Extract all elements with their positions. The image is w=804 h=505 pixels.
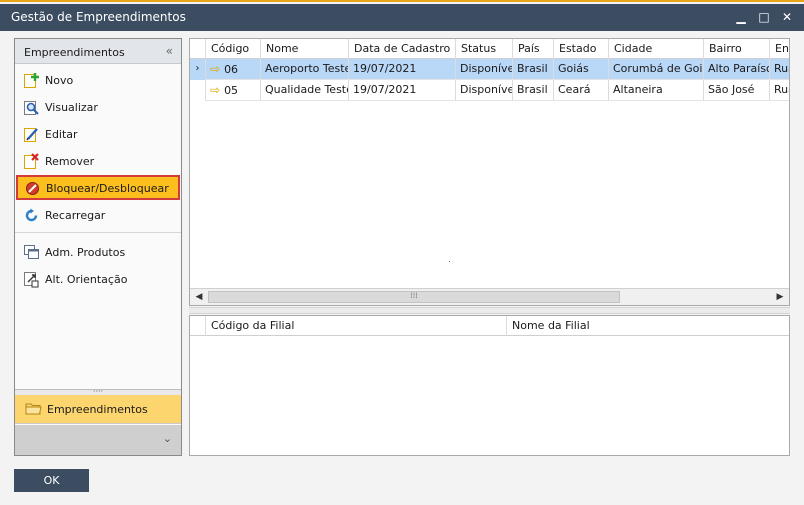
collapse-sidebar-icon[interactable]: «: [166, 44, 173, 58]
sidebar-divider: [15, 232, 181, 233]
column-header[interactable]: Código: [206, 39, 261, 59]
column-header[interactable]: Nome: [261, 39, 349, 59]
column-header[interactable]: Código da Filial: [206, 316, 507, 336]
sidebar-footer: ⌄: [15, 425, 181, 455]
sidebar-item-editar[interactable]: Editar: [15, 122, 181, 147]
ok-button[interactable]: OK: [14, 469, 89, 492]
table-row[interactable]: ⇨ 05 Qualidade Teste 19/07/2021 Disponíve…: [190, 80, 789, 101]
data-cell: 19/07/2021: [349, 80, 456, 101]
title-bar: Gestão de Empreendimentos ▁ □ ✕: [0, 4, 804, 31]
sidebar-item-label: Novo: [45, 74, 74, 87]
sidebar-item-visualizar[interactable]: Visualizar: [15, 95, 181, 120]
main-window: Gestão de Empreendimentos ▁ □ ✕ Empreend…: [0, 0, 804, 505]
sidebar-item-label: Recarregar: [45, 209, 106, 222]
column-header[interactable]: País: [513, 39, 554, 59]
scroll-right-icon[interactable]: ▶: [772, 290, 788, 304]
edit-pencil-icon: [23, 126, 40, 143]
sidebar-title: Empreendimentos: [24, 46, 125, 59]
row-indicator: [190, 80, 206, 101]
sidebar: Empreendimentos « Novo Visualizar Editar…: [14, 38, 182, 456]
sidebar-item-label: Bloquear/Desbloquear: [46, 182, 169, 195]
estado-cell: Goiás: [554, 59, 609, 80]
row-indicator-header: [190, 316, 206, 336]
table-header: Código da Filial Nome da Filial: [190, 316, 789, 336]
sidebar-item-label: Alt. Orientação: [45, 273, 128, 286]
current-row-indicator: ›: [190, 59, 206, 80]
column-header[interactable]: Nome da Filial: [507, 316, 789, 336]
link-arrow-icon[interactable]: ⇨: [210, 80, 220, 100]
panel-splitter[interactable]: [189, 307, 790, 314]
sidebar-item-label: Remover: [45, 155, 95, 168]
bairro-cell: São José: [704, 80, 770, 101]
pais-cell: Brasil: [513, 80, 554, 101]
windows-icon: [23, 244, 40, 261]
module-label: Empreendimentos: [47, 403, 148, 416]
sidebar-item-recarregar[interactable]: Recarregar: [15, 203, 181, 228]
orientation-icon: [23, 271, 40, 288]
cidade-cell: Altaneira: [609, 80, 704, 101]
sidebar-item-adm-produtos[interactable]: Adm. Produtos: [15, 240, 181, 265]
column-header[interactable]: Data de Cadastro: [349, 39, 456, 59]
module-button-empreendimentos[interactable]: Empreendimentos: [15, 395, 181, 424]
sidebar-item-bloquear[interactable]: Bloquear/Desbloquear: [16, 175, 180, 200]
column-header[interactable]: Estado: [554, 39, 609, 59]
data-cell: 19/07/2021: [349, 59, 456, 80]
nome-cell: Aeroporto Teste: [261, 59, 349, 80]
cidade-cell: Corumbá de Goiás: [609, 59, 704, 80]
close-button[interactable]: ✕: [779, 9, 795, 25]
scrollbar-thumb[interactable]: ⁞⁞⁞: [208, 291, 620, 303]
status-cell: Disponível: [456, 80, 513, 101]
bairro-cell: Alto Paraíso: [704, 59, 770, 80]
new-document-icon: [23, 72, 40, 89]
link-arrow-icon[interactable]: ⇨: [210, 59, 220, 79]
endereco-cell: Rua: [770, 59, 789, 80]
codigo-cell: ⇨ 05: [206, 80, 261, 101]
sidebar-item-alt-orientacao[interactable]: Alt. Orientação: [15, 267, 181, 292]
column-header[interactable]: Cidade: [609, 39, 704, 59]
status-cell: Disponível: [456, 59, 513, 80]
table-row[interactable]: › ⇨ 06 Aeroporto Teste 19/07/2021 Disponí…: [190, 59, 789, 80]
column-header[interactable]: Endereço: [770, 39, 789, 59]
horizontal-scrollbar[interactable]: ◀ ⁞⁞⁞ ▶: [190, 288, 789, 305]
column-header[interactable]: Status: [456, 39, 513, 59]
nome-cell: Qualidade Teste: [261, 80, 349, 101]
sidebar-header: Empreendimentos «: [15, 39, 181, 64]
estado-cell: Ceará: [554, 80, 609, 101]
minimize-button[interactable]: ▁: [733, 9, 749, 25]
block-icon: [24, 180, 41, 197]
empreendimentos-table: Código Nome Data de Cadastro Status País…: [189, 38, 790, 306]
pais-cell: Brasil: [513, 59, 554, 80]
remove-x-icon: [23, 153, 40, 170]
endereco-cell: Rua: [770, 80, 789, 101]
sidebar-item-novo[interactable]: Novo: [15, 68, 181, 93]
codigo-cell: ⇨ 06: [206, 59, 261, 80]
chevron-down-icon[interactable]: ⌄: [163, 432, 172, 445]
folder-icon: [25, 402, 42, 416]
sidebar-item-label: Adm. Produtos: [45, 246, 126, 259]
filiais-table: Código da Filial Nome da Filial: [189, 315, 790, 456]
stray-dot: [449, 261, 450, 262]
sidebar-item-label: Visualizar: [45, 101, 98, 114]
row-indicator-header: [190, 39, 206, 59]
view-search-icon: [23, 99, 40, 116]
column-header[interactable]: Bairro: [704, 39, 770, 59]
reload-icon: [23, 207, 40, 224]
maximize-button[interactable]: □: [756, 9, 772, 25]
sidebar-item-remover[interactable]: Remover: [15, 149, 181, 174]
scroll-left-icon[interactable]: ◀: [191, 290, 207, 304]
table-header: Código Nome Data de Cadastro Status País…: [190, 39, 789, 59]
sidebar-item-label: Editar: [45, 128, 78, 141]
window-title: Gestão de Empreendimentos: [11, 10, 186, 24]
